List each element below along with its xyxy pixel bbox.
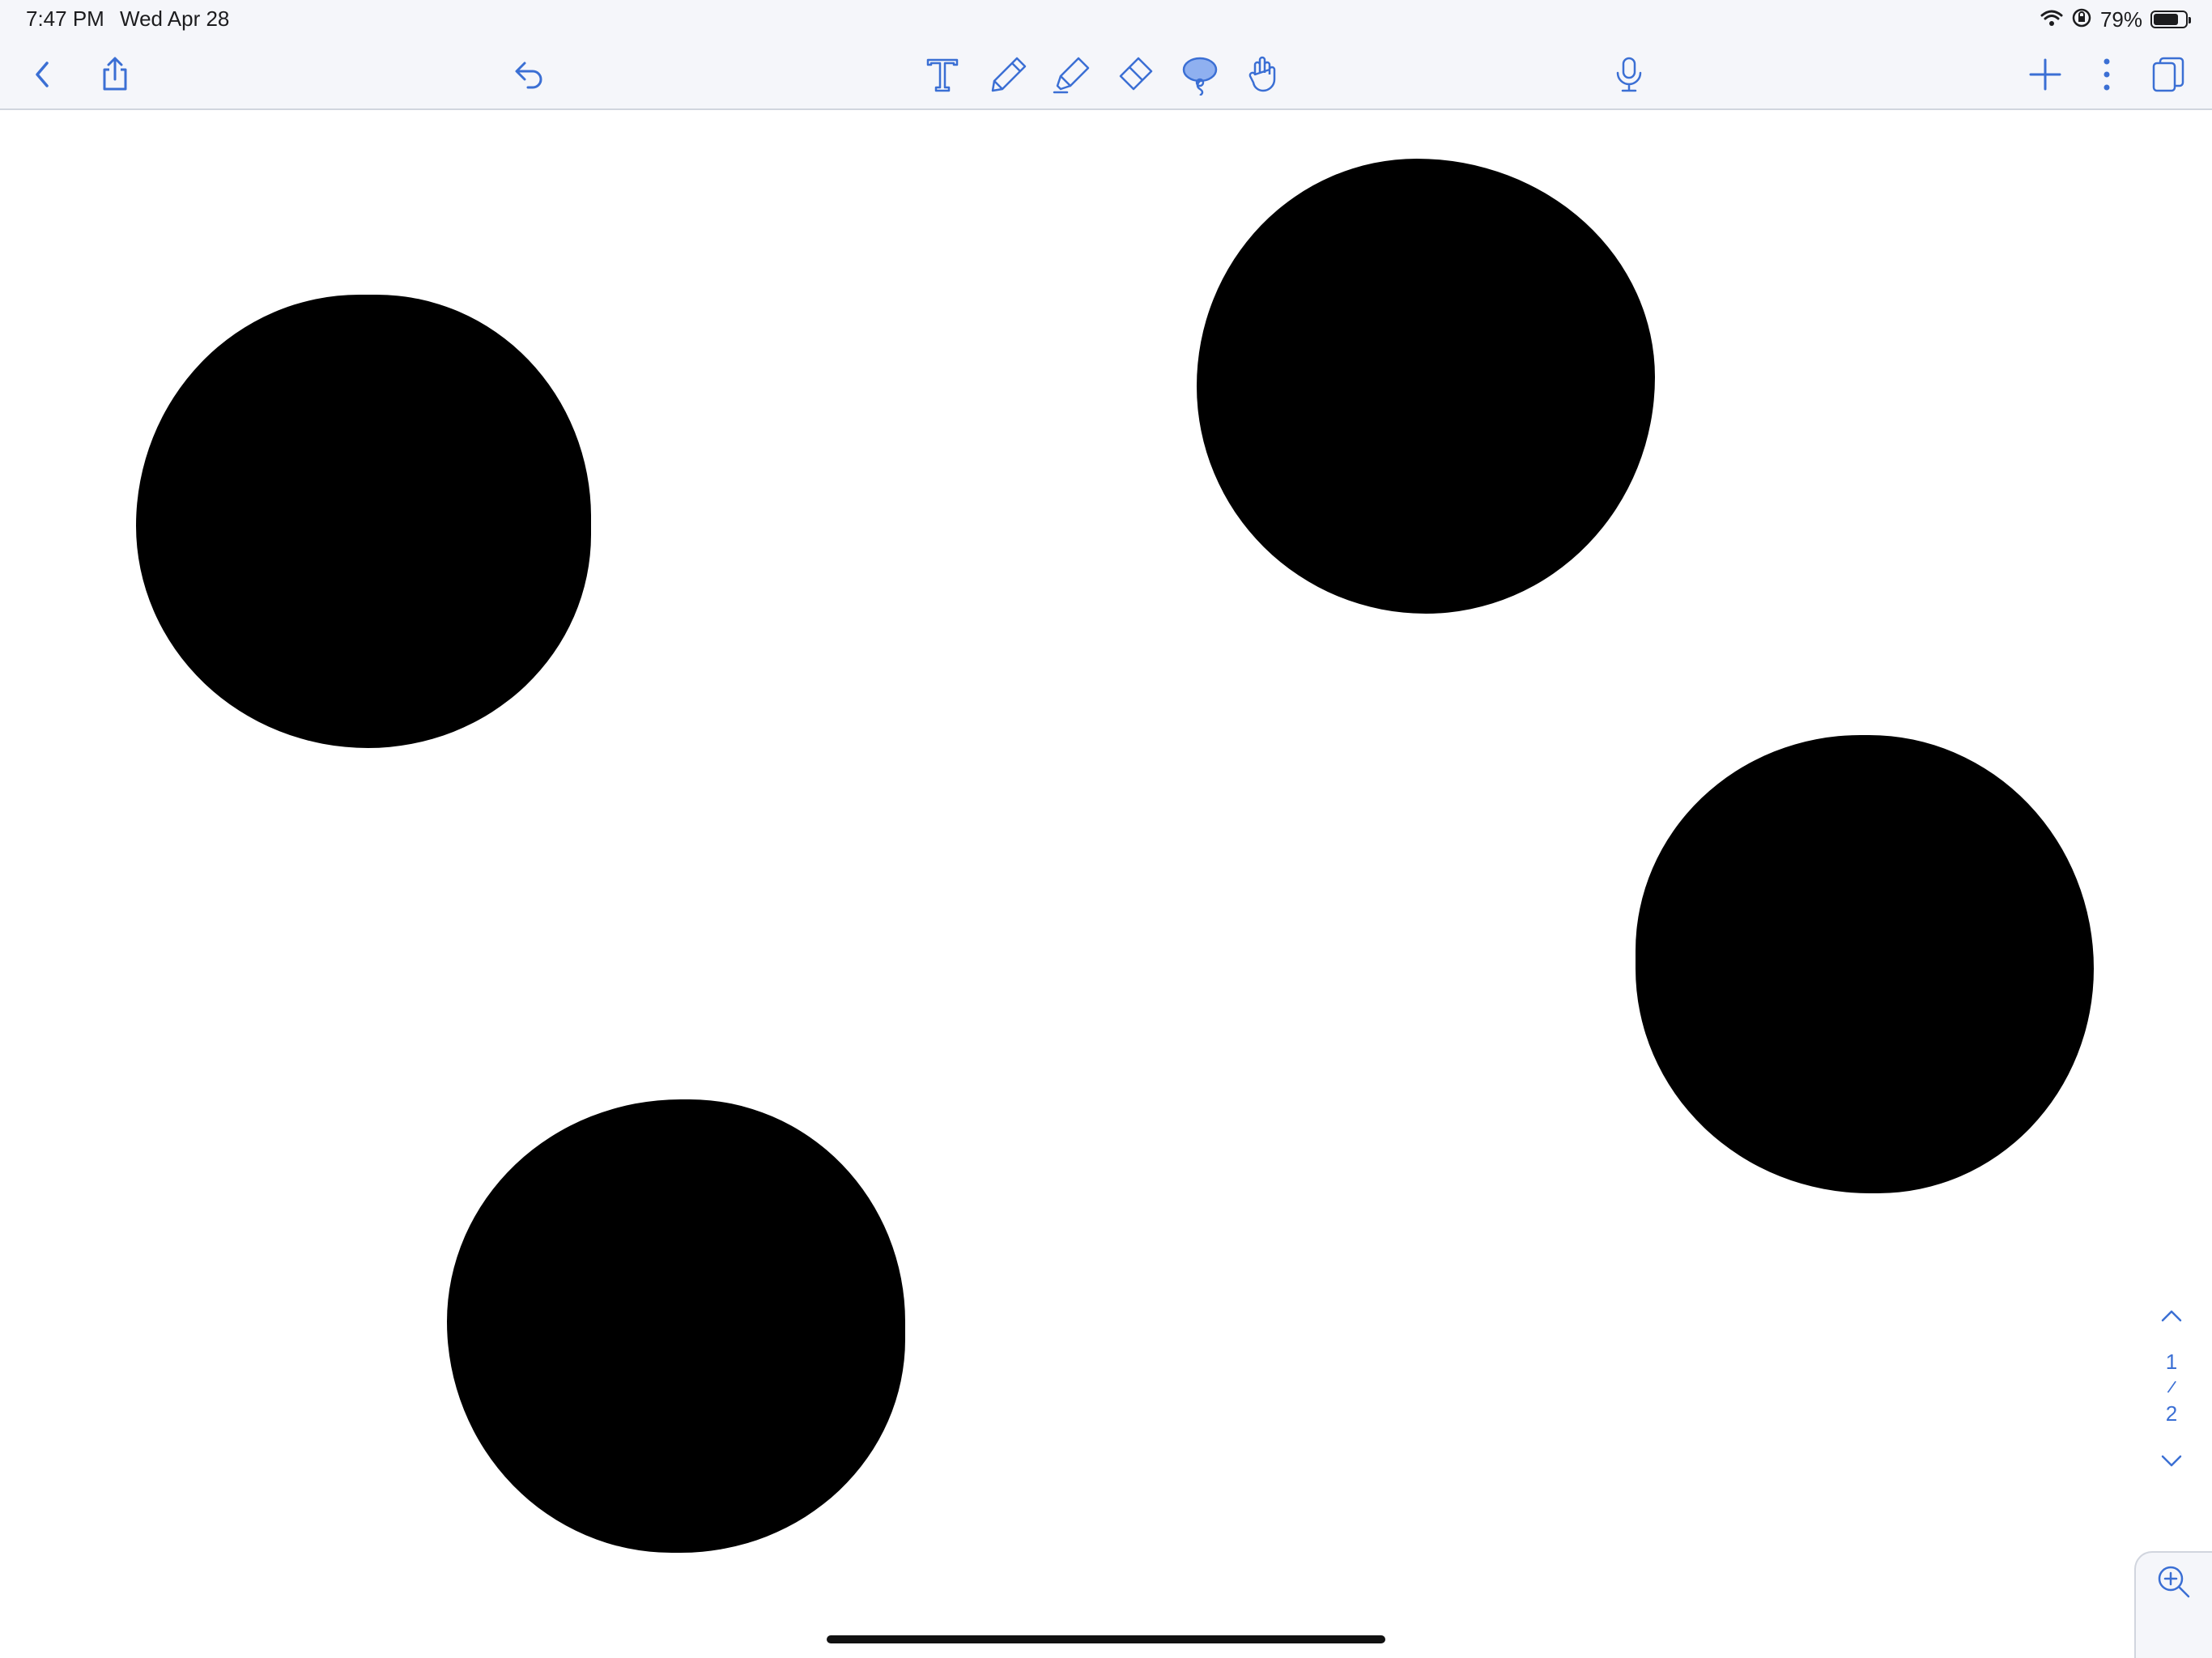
- eraser-tool-button[interactable]: [1109, 49, 1161, 100]
- current-page: 1: [2165, 1350, 2178, 1374]
- page-up-button[interactable]: [2146, 1299, 2197, 1332]
- share-button[interactable]: [89, 49, 141, 100]
- ink-blob-4[interactable]: [447, 1099, 905, 1553]
- zoom-button[interactable]: [2134, 1551, 2212, 1658]
- pen-tool-button[interactable]: [983, 49, 1035, 100]
- text-tool-icon: [926, 58, 959, 92]
- pages-button[interactable]: [2142, 49, 2194, 100]
- page-down-button[interactable]: [2146, 1445, 2197, 1477]
- drawing-canvas[interactable]: [0, 110, 2212, 1658]
- ink-blob-3[interactable]: [1636, 735, 2094, 1193]
- battery-tip: [2189, 17, 2191, 23]
- hand-tool-icon: [1249, 56, 1276, 92]
- highlighter-tool-icon: [1053, 57, 1090, 94]
- microphone-icon: [1616, 57, 1642, 92]
- chevron-up-icon: [2161, 1310, 2182, 1322]
- highlighter-tool-button[interactable]: [1046, 49, 1098, 100]
- pen-tool-icon: [991, 57, 1027, 92]
- status-date: Wed Apr 28: [120, 6, 230, 31]
- eraser-tool-icon: [1119, 57, 1153, 91]
- back-button[interactable]: [16, 49, 68, 100]
- battery-fill: [2154, 14, 2178, 25]
- microphone-button[interactable]: [1603, 49, 1655, 100]
- zoom-in-icon: [2158, 1566, 2190, 1598]
- battery-percent: 79%: [2099, 6, 2142, 32]
- lasso-tool-icon: [1182, 57, 1218, 96]
- hand-tool-button[interactable]: [1237, 49, 1289, 100]
- status-time: 7:47 PM: [26, 6, 104, 31]
- orientation-lock-icon: [2071, 7, 2092, 32]
- ink-blob-1[interactable]: [136, 295, 591, 748]
- back-icon: [36, 62, 49, 87]
- home-indicator[interactable]: [827, 1635, 1385, 1643]
- add-button[interactable]: [2019, 49, 2071, 100]
- total-pages: 2: [2165, 1401, 2178, 1426]
- status-bar: 7:47 PM Wed Apr 28 79%: [0, 0, 2212, 39]
- more-button[interactable]: [2081, 49, 2133, 100]
- chevron-down-icon: [2161, 1455, 2182, 1467]
- undo-button[interactable]: [502, 49, 554, 100]
- page-navigator: 1 / 2: [2146, 1299, 2197, 1477]
- ink-blob-2[interactable]: [1197, 159, 1655, 614]
- wifi-icon: [2040, 8, 2063, 32]
- pages-icon: [2152, 57, 2184, 92]
- share-icon: [103, 57, 127, 91]
- text-tool-button[interactable]: [917, 49, 968, 100]
- toolbar: [0, 39, 2212, 110]
- status-indicators: 79%: [2040, 6, 2191, 32]
- page-separator: /: [2166, 1376, 2178, 1398]
- battery-icon: [2150, 11, 2191, 28]
- add-icon: [2029, 58, 2061, 91]
- lasso-tool-button[interactable]: [1174, 49, 1226, 100]
- more-icon: [2104, 58, 2110, 91]
- undo-icon: [515, 62, 542, 89]
